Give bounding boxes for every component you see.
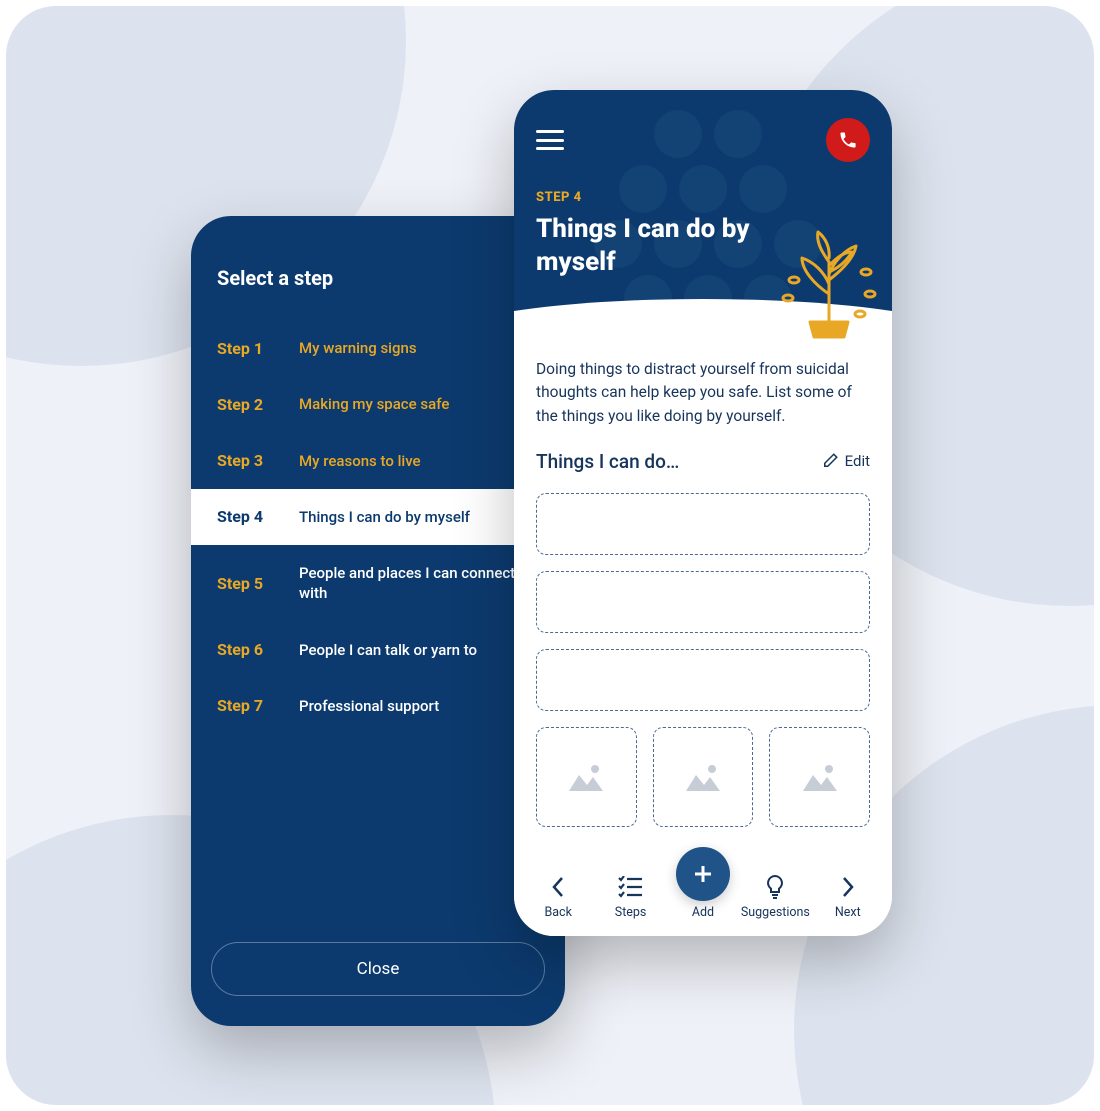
emergency-call-button[interactable] [826,118,870,162]
step-title: Things I can do by myself [536,213,776,278]
edit-label: Edit [845,452,870,470]
image-entry-slot[interactable] [653,727,754,828]
step-description: Doing things to distract yourself from s… [536,358,870,428]
menu-icon[interactable] [536,130,564,150]
image-placeholder-icon [569,763,603,791]
text-entry-slot[interactable] [536,649,870,711]
text-entry-slot[interactable] [536,571,870,633]
lightbulb-icon [765,874,785,900]
image-entry-slot[interactable] [769,727,870,828]
nav-next-label: Next [835,905,861,920]
plus-icon [691,862,715,886]
step-row-2[interactable]: Step 2 Making my space safe [191,376,565,432]
step-row-1[interactable]: Step 1 My warning signs [191,320,565,376]
image-slots-row [536,727,870,828]
nav-add-label: Add [692,905,714,920]
nav-add[interactable]: Add [670,873,736,920]
nav-suggestions-label: Suggestions [741,905,810,920]
step-selector-title: Select a step [191,246,565,320]
step-number: Step 4 [217,507,277,526]
chevron-left-icon [551,876,565,898]
step-label: My reasons to live [299,451,421,471]
chevron-right-icon [841,876,855,898]
step-row-4[interactable]: Step 4 Things I can do by myself [191,489,565,545]
phone-step-detail: STEP 4 Things I can do by myself Doing t… [514,90,892,936]
nav-steps[interactable]: Steps [598,873,664,920]
step-number: Step 2 [217,395,277,414]
step-label: Things I can do by myself [299,507,470,527]
step-label: Making my space safe [299,394,449,414]
showcase-canvas: Select a step Step 1My warning signsStep… [6,6,1094,1105]
step-list: Step 1 My warning signs Step 2 Making my sp… [191,320,565,922]
phone-step-selector: Select a step Step 1My warning signsStep… [191,216,565,1026]
step-label: My warning signs [299,338,417,358]
image-placeholder-icon [686,763,720,791]
plant-illustration [774,222,884,342]
bottom-nav: Back Steps Add Suggestions Next [514,867,892,936]
step-row-7[interactable]: Step 7 Professional support [191,678,565,734]
step-row-3[interactable]: Step 3 My reasons to live [191,433,565,489]
phone-icon [838,130,858,150]
step-row-6[interactable]: Step 6 People I can talk or yarn to [191,622,565,678]
nav-next[interactable]: Next [815,873,881,920]
nav-back-label: Back [544,905,571,920]
step-number: Step 3 [217,451,277,470]
step-tag: STEP 4 [536,190,870,205]
step-body: Doing things to distract yourself from s… [514,348,892,867]
text-entry-slot[interactable] [536,493,870,555]
step-label: People I can talk or yarn to [299,640,477,660]
section-subtitle: Things I can do… [536,450,679,473]
image-entry-slot[interactable] [536,727,637,828]
step-label: Professional support [299,696,439,716]
pencil-icon [821,452,839,470]
step-number: Step 6 [217,640,277,659]
image-placeholder-icon [803,763,837,791]
nav-back[interactable]: Back [525,873,591,920]
nav-steps-label: Steps [615,905,647,920]
step-number: Step 7 [217,696,277,715]
close-button[interactable]: Close [211,942,545,996]
nav-suggestions[interactable]: Suggestions [742,873,808,920]
add-fab[interactable] [676,847,730,901]
edit-button[interactable]: Edit [821,452,870,470]
step-number: Step 5 [217,574,277,593]
step-row-5[interactable]: Step 5 People and places I can connect wi… [191,545,565,622]
step-header: STEP 4 Things I can do by myself [514,90,892,348]
step-number: Step 1 [217,339,277,358]
step-label: People and places I can connect with [299,563,539,604]
checklist-icon [618,876,644,898]
